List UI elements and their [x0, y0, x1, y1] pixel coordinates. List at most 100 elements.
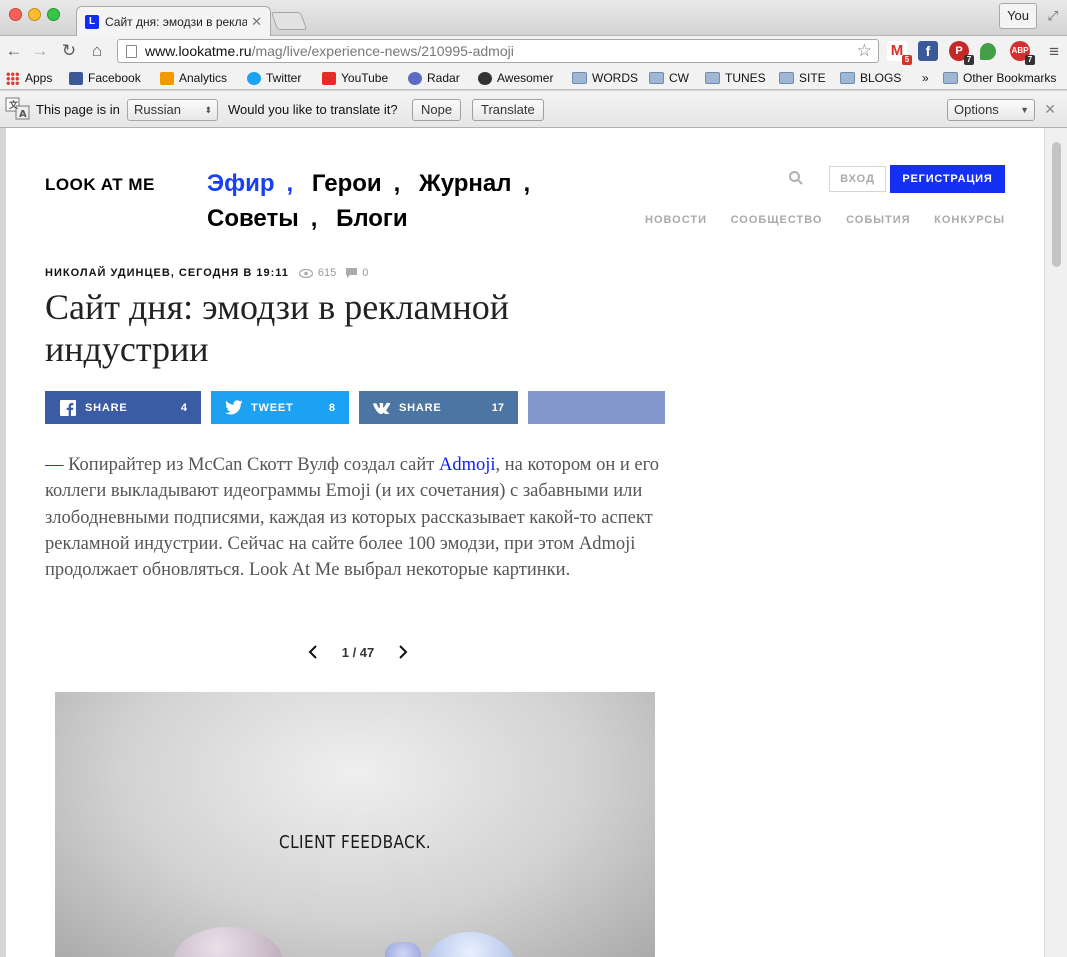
bookmarks-overflow-button[interactable]: » — [922, 69, 929, 87]
address-bar[interactable]: www.lookatme.ru /mag/live/experience-new… — [117, 39, 879, 63]
more-share-button[interactable] — [528, 391, 665, 424]
folder-icon — [649, 72, 664, 84]
view-count: 615 — [317, 267, 337, 279]
bookmark-folder-other[interactable]: Other Bookmarks — [943, 69, 1056, 87]
page-icon — [126, 44, 137, 58]
search-icon[interactable] — [788, 170, 804, 186]
gallery-counter: 1 / 47 — [341, 644, 375, 660]
svg-text:A: A — [19, 109, 27, 120]
forward-arrow-icon[interactable]: → — [29, 40, 51, 62]
gallery-pager: 1 / 47 — [308, 642, 408, 662]
tab-close-icon[interactable]: ✕ — [251, 14, 262, 30]
subnav-sobytiya[interactable]: СОБЫТИЯ — [846, 214, 910, 226]
web-page: LOOK AT ME Эфир, Герои, Журнал, Советы, … — [6, 128, 1044, 957]
chevron-down-icon: ▼ — [1020, 105, 1029, 115]
page-scrollbar[interactable] — [1044, 128, 1067, 957]
facebook-share-count: 4 — [180, 401, 187, 414]
bookmark-folder-site[interactable]: SITE — [779, 69, 826, 87]
comment-icon[interactable] — [346, 268, 358, 278]
facebook-icon — [59, 399, 77, 417]
home-icon[interactable]: ⌂ — [86, 40, 108, 62]
close-infobar-icon[interactable]: ✕ — [1044, 101, 1056, 118]
subnav-konkursy[interactable]: КОНКУРСЫ — [934, 214, 1005, 226]
translate-question: Would you like to translate it? — [228, 102, 398, 117]
gallery-image[interactable]: CLIENT FEEDBACK. — [55, 692, 655, 957]
bookmark-folder-tunes[interactable]: TUNES — [705, 69, 766, 87]
site-logo[interactable]: LOOK AT ME — [45, 175, 155, 195]
emoji-face-image — [173, 927, 283, 957]
bookmark-facebook[interactable]: Facebook — [69, 69, 141, 87]
bookmark-analytics[interactable]: Analytics — [160, 69, 227, 87]
nav-item-efir[interactable]: Эфир, — [207, 170, 293, 197]
article-lead: — Копирайтер из McCan Скотт Вулф создал … — [45, 455, 659, 581]
bookmark-youtube[interactable]: YouTube — [322, 69, 388, 87]
nope-button[interactable]: Nope — [412, 99, 462, 121]
author-and-time[interactable]: НИКОЛАЙ УДИНЦЕВ, СЕГОДНЯ В 19:11 — [45, 267, 289, 279]
register-button[interactable]: РЕГИСТРАЦИЯ — [890, 165, 1005, 193]
analytics-icon — [160, 71, 174, 85]
lead-dash: — — [45, 455, 64, 475]
bookmark-folder-blogs[interactable]: BLOGS — [840, 69, 901, 87]
bookmark-star-icon[interactable]: ☆ — [857, 41, 872, 61]
eye-icon — [298, 268, 313, 278]
profile-button[interactable]: You — [999, 3, 1037, 29]
chevron-right-icon[interactable] — [398, 645, 408, 659]
tweet-button[interactable]: TWEET 8 — [211, 391, 349, 424]
comment-count[interactable]: 0 — [362, 267, 368, 279]
nav-item-geroi[interactable]: Герои, — [312, 170, 400, 197]
bookmark-apps[interactable]: Apps — [6, 69, 52, 87]
login-button[interactable]: ВХОД — [829, 166, 886, 192]
evernote-extension-icon[interactable] — [980, 43, 996, 60]
main-navigation: Эфир, Герои, Журнал, Советы, Блоги — [207, 166, 567, 236]
twitter-bird-icon — [225, 399, 243, 417]
youtube-icon — [322, 71, 336, 85]
article-byline: НИКОЛАЙ УДИНЦЕВ, СЕГОДНЯ В 19:11 615 0 — [45, 267, 368, 279]
translate-button[interactable]: Translate — [472, 99, 544, 121]
slide-caption: CLIENT FEEDBACK. — [278, 832, 432, 853]
chevron-left-icon[interactable] — [308, 645, 318, 659]
window-minimize-button[interactable] — [28, 8, 41, 21]
window-maximize-button[interactable] — [47, 8, 60, 21]
window-close-button[interactable] — [9, 8, 22, 21]
active-tab[interactable]: L Сайт дня: эмодзи в рекла ✕ — [76, 6, 271, 36]
translate-infobar: 文 A This page is in Russian ⬍ Would you … — [0, 91, 1067, 128]
title-bar: L Сайт дня: эмодзи в рекла ✕ You ⤢ — [0, 0, 1067, 36]
radar-icon — [408, 71, 422, 85]
subnav-soobshchestvo[interactable]: СООБЩЕСТВО — [731, 214, 823, 226]
nav-item-zhurnal[interactable]: Журнал, — [419, 170, 530, 197]
subnav-novosti[interactable]: НОВОСТИ — [645, 214, 707, 226]
nav-item-blogi[interactable]: Блоги — [336, 205, 408, 232]
lookatme-favicon-icon: L — [85, 14, 99, 29]
tab-title: Сайт дня: эмодзи в рекла — [105, 14, 248, 29]
svg-text:文: 文 — [8, 99, 19, 111]
chrome-menu-icon[interactable]: ≡ — [1049, 42, 1059, 62]
reload-icon[interactable]: ↻ — [58, 40, 80, 62]
gmail-extension-icon[interactable]: M5 — [887, 41, 912, 65]
select-arrows-icon: ⬍ — [204, 105, 212, 115]
back-arrow-icon[interactable]: ← — [3, 40, 25, 62]
translate-icon: 文 A — [5, 97, 31, 121]
admoji-link[interactable]: Admoji — [439, 455, 496, 475]
source-language-select[interactable]: Russian ⬍ — [127, 99, 218, 121]
facebook-extension-icon[interactable]: f — [918, 41, 938, 61]
url-host: www.lookatme.ru — [145, 43, 252, 59]
facebook-share-button[interactable]: SHARE 4 — [45, 391, 201, 424]
new-tab-button[interactable] — [270, 12, 308, 30]
bookmark-twitter[interactable]: Twitter — [247, 69, 301, 87]
pocket-extension-icon[interactable]: P7 — [949, 41, 974, 65]
bookmark-awesomer[interactable]: Awesomer — [478, 69, 553, 87]
article-title: Сайт дня: эмодзи в рекламной индустрии — [45, 287, 509, 369]
adblock-extension-icon[interactable]: ABP 7 — [1010, 41, 1035, 65]
vk-share-button[interactable]: SHARE 17 — [359, 391, 518, 424]
fullscreen-icon[interactable]: ⤢ — [1048, 8, 1058, 24]
bookmark-radar[interactable]: Radar — [408, 69, 460, 87]
nav-item-sovety[interactable]: Советы, — [207, 205, 317, 232]
bookmark-folder-cw[interactable]: CW — [649, 69, 689, 87]
vk-icon — [373, 399, 391, 417]
scrollbar-thumb[interactable] — [1052, 142, 1061, 267]
bookmark-folder-words[interactable]: WORDS — [572, 69, 638, 87]
folder-icon — [572, 72, 587, 84]
awesomer-icon — [478, 71, 492, 85]
translate-options-select[interactable]: Options ▼ — [947, 99, 1035, 121]
emoji-speech-image — [385, 942, 421, 957]
